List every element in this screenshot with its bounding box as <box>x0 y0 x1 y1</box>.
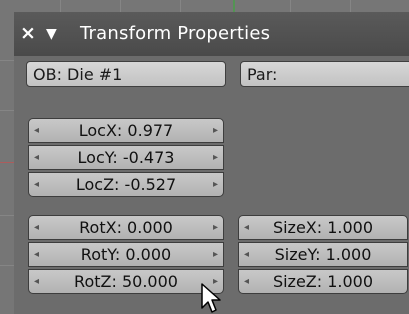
parent-value: Par: <box>247 65 278 84</box>
decrement-arrow-icon[interactable]: ◂ <box>34 119 39 143</box>
decrement-arrow-icon[interactable]: ◂ <box>244 243 249 267</box>
object-name-value: OB: Die #1 <box>33 65 123 84</box>
decrement-arrow-icon[interactable]: ◂ <box>34 173 39 197</box>
increment-arrow-icon[interactable]: ▸ <box>213 146 218 170</box>
increment-arrow-icon[interactable]: ▸ <box>213 243 218 267</box>
collapse-triangle-icon[interactable]: ▼ <box>46 25 57 43</box>
object-name-field[interactable]: OB: Die #1 <box>26 61 226 87</box>
increment-arrow-icon[interactable]: ▸ <box>213 173 218 197</box>
sizey-field[interactable]: ◂ SizeY: 1.000 <box>238 242 408 267</box>
roty-field[interactable]: ◂ RotY: 0.000 ▸ <box>28 242 224 267</box>
decrement-arrow-icon[interactable]: ◂ <box>244 216 249 240</box>
sizez-field[interactable]: ◂ SizeZ: 1.000 <box>238 269 408 294</box>
close-icon[interactable]: × <box>20 23 36 43</box>
panel-header[interactable]: × ▼ Transform Properties <box>14 12 409 56</box>
decrement-arrow-icon[interactable]: ◂ <box>34 243 39 267</box>
rotz-value: 50.000 <box>121 272 178 291</box>
locz-field[interactable]: ◂ LocZ: -0.527 ▸ <box>28 172 224 197</box>
locy-value: -0.473 <box>122 148 175 167</box>
decrement-arrow-icon[interactable]: ◂ <box>34 270 39 294</box>
rotx-value: 0.000 <box>127 218 173 237</box>
parent-field[interactable]: Par: <box>240 61 409 87</box>
locz-value: -0.527 <box>124 175 177 194</box>
decrement-arrow-icon[interactable]: ◂ <box>34 146 39 170</box>
transform-properties-panel: × ▼ Transform Properties OB: Die #1 Par:… <box>14 12 409 314</box>
sizex-field[interactable]: ◂ SizeX: 1.000 <box>238 215 408 240</box>
locy-label: LocY: <box>77 148 118 167</box>
sizex-value: 1.000 <box>327 218 374 237</box>
locx-label: LocX: <box>78 121 123 140</box>
sizex-label: SizeX: <box>272 218 323 237</box>
sizez-value: 1.000 <box>327 272 374 291</box>
rotz-field[interactable]: ◂ RotZ: 50.000 ▸ <box>28 269 224 294</box>
rotx-label: RotX: <box>79 218 122 237</box>
rotx-field[interactable]: ◂ RotX: 0.000 ▸ <box>28 215 224 240</box>
locx-value: 0.977 <box>127 121 174 140</box>
mouse-pointer-icon <box>201 283 221 313</box>
locy-field[interactable]: ◂ LocY: -0.473 ▸ <box>28 145 224 170</box>
panel-title: Transform Properties <box>80 23 271 44</box>
locx-field[interactable]: ◂ LocX: 0.977 ▸ <box>28 118 224 143</box>
sizey-label: SizeY: <box>274 245 321 264</box>
roty-label: RotY: <box>80 245 121 264</box>
increment-arrow-icon[interactable]: ▸ <box>213 216 218 240</box>
rotz-label: RotZ: <box>74 272 117 291</box>
decrement-arrow-icon[interactable]: ◂ <box>34 216 39 240</box>
locz-label: LocZ: <box>75 175 120 194</box>
sizey-value: 1.000 <box>325 245 372 264</box>
decrement-arrow-icon[interactable]: ◂ <box>244 270 249 294</box>
roty-value: 0.000 <box>125 245 172 264</box>
increment-arrow-icon[interactable]: ▸ <box>213 119 218 143</box>
sizez-label: SizeZ: <box>272 272 323 291</box>
